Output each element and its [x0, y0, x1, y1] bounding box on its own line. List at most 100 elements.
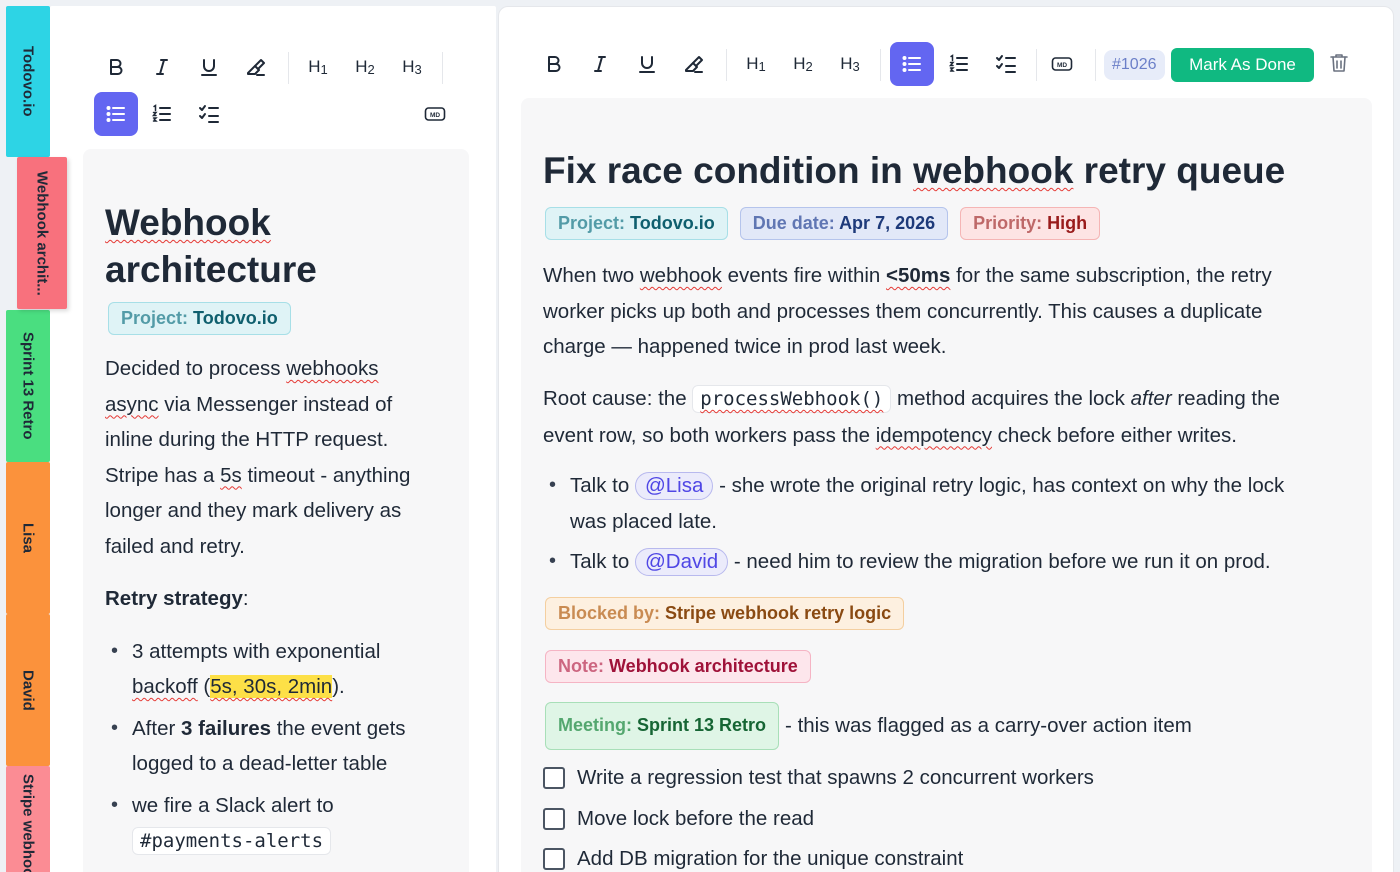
italic-icon [156, 59, 168, 75]
bold-icon [110, 59, 123, 75]
side-tab-lisa[interactable]: Lisa [6, 462, 50, 614]
task-content[interactable]: Fix race condition in webhook retry queu… [521, 98, 1372, 872]
italic-button[interactable] [578, 42, 622, 86]
underline-button[interactable] [187, 45, 231, 89]
note-title: Webhook architecture [105, 202, 317, 290]
delete-button[interactable] [1317, 41, 1361, 85]
underline-icon [639, 56, 655, 73]
heading2-button[interactable]: H2 [343, 45, 387, 89]
task-detail-panel: H1 H2 H3 MD #1026 Mark As Done Fix race … [498, 6, 1394, 872]
side-tab-label: David [19, 669, 37, 711]
side-tab-label: Lisa [19, 522, 37, 553]
project-tag[interactable]: Project: Todovo.io [108, 302, 291, 335]
h1-label: H1 [746, 54, 766, 74]
toolbar-divider [1036, 49, 1037, 81]
numbered-list-icon [151, 104, 171, 122]
toolbar-divider [726, 49, 727, 81]
highlighter-icon [247, 59, 265, 76]
checklist-item[interactable]: Write a regression test that spawns 2 co… [543, 766, 1094, 790]
heading1-button[interactable]: H1 [296, 45, 340, 89]
checklist-item[interactable]: Add DB migration for the unique constrai… [543, 847, 963, 871]
checklist-icon [199, 105, 219, 123]
checklist-item-label: Add DB migration for the unique constrai… [577, 847, 964, 870]
heading2-button[interactable]: H2 [781, 42, 825, 86]
list-item: 3 attempts with exponential backoff (5s,… [105, 634, 447, 705]
meeting-tag[interactable]: Meeting: Sprint 13 Retro [545, 702, 780, 750]
toolbar-divider [288, 52, 289, 84]
task-title: Fix race condition in webhook retry queu… [543, 150, 1286, 191]
left-note-panel: H1 H2 H3 MD Webhook architecture Project… [50, 6, 496, 872]
checklist-button[interactable] [187, 92, 231, 136]
due-date-tag[interactable]: Due date: Apr 7, 2026 [739, 207, 949, 240]
side-tab-stripe-webhook[interactable]: Stripe webhoo [6, 766, 50, 872]
checklist-item-label: Move lock before the read [577, 807, 815, 830]
heading3-button[interactable]: H3 [390, 45, 434, 89]
inline-code: #payments-alerts [132, 827, 332, 855]
italic-icon [594, 56, 606, 72]
italic-button[interactable] [140, 45, 184, 89]
mark-as-done-button[interactable]: Mark As Done [1171, 48, 1314, 82]
toolbar-divider [880, 49, 881, 81]
side-tab-label: Stripe webhoo [19, 774, 37, 872]
heading1-button[interactable]: H1 [734, 42, 778, 86]
retry-heading: Retry strategy: [105, 587, 249, 610]
heading3-button[interactable]: H3 [828, 42, 872, 86]
checkbox[interactable] [543, 767, 565, 789]
root-cause-paragraph: Root cause: the processWebhook() method … [543, 385, 1280, 447]
svg-text:MD: MD [430, 112, 440, 119]
list-item: After 3 failures the event gets logged t… [105, 711, 447, 782]
trash-icon [1330, 54, 1348, 72]
side-tab-label: Webhook archit... [33, 170, 51, 296]
highlight-button[interactable] [234, 45, 278, 89]
h2-label: H2 [355, 57, 375, 77]
list-item: we fire a Slack alert to #payments-alert… [105, 788, 447, 860]
priority-tag[interactable]: Priority: High [960, 207, 1101, 240]
action-list: Talk to @Lisa - she wrote the original r… [543, 468, 1353, 580]
numbered-list-button[interactable] [140, 92, 184, 136]
numbered-list-button[interactable] [937, 42, 981, 86]
checklist-icon [996, 55, 1016, 73]
side-tab-label: Sprint 13 Retro [19, 332, 37, 440]
issue-id-badge: #1026 [1104, 50, 1165, 80]
bold-button[interactable] [532, 42, 576, 86]
list-item: Talk to @Lisa - she wrote the original r… [543, 468, 1353, 539]
mention-david[interactable]: @David [634, 548, 729, 576]
bullet-list-button[interactable] [94, 92, 138, 136]
svg-text:MD: MD [1057, 62, 1067, 69]
mention-lisa[interactable]: @Lisa [634, 472, 714, 500]
h2-label: H2 [793, 54, 813, 74]
bullet-list-icon [902, 56, 921, 72]
numbered-list-icon [948, 54, 968, 72]
toolbar-divider [442, 52, 443, 84]
h3-label: H3 [402, 57, 422, 77]
side-tab-sprint-retro[interactable]: Sprint 13 Retro [6, 310, 50, 462]
checkbox[interactable] [543, 808, 565, 830]
side-tab-todovo[interactable]: Todovo.io [6, 6, 50, 157]
markdown-button[interactable]: MD [1040, 42, 1084, 86]
checklist-button[interactable] [984, 42, 1028, 86]
project-tag[interactable]: Project: Todovo.io [545, 207, 728, 240]
checklist-item-label: Write a regression test that spawns 2 co… [577, 766, 1094, 789]
h1-label: H1 [308, 57, 328, 77]
underline-button[interactable] [625, 42, 669, 86]
h3-label: H3 [840, 54, 860, 74]
toolbar-divider [1095, 49, 1096, 81]
note-tag[interactable]: Note: Webhook architecture [545, 650, 811, 683]
left-note-content[interactable]: Webhook architecture Project: Todovo.io … [83, 149, 469, 872]
inline-code: processWebhook() [692, 385, 892, 413]
bold-icon [548, 56, 561, 72]
checklist-item[interactable]: Move lock before the read [543, 807, 814, 831]
markdown-icon: MD [424, 107, 446, 121]
blocked-by-tag[interactable]: Blocked by: Stripe webhook retry logic [545, 597, 905, 630]
checkbox[interactable] [543, 848, 565, 870]
side-tab-webhook-architecture[interactable]: Webhook archit... [17, 157, 67, 309]
task-meta-tags: Project: Todovo.io Due date: Apr 7, 2026… [545, 207, 1101, 240]
list-item: Talk to @David - need him to review the … [543, 544, 1353, 580]
side-tab-david[interactable]: David [6, 614, 50, 766]
bold-button[interactable] [94, 45, 138, 89]
retry-list: 3 attempts with exponential backoff (5s,… [105, 634, 447, 860]
bullet-list-button[interactable] [890, 42, 934, 86]
meeting-note-text: - this was flagged as a carry-over actio… [785, 714, 1192, 737]
markdown-button[interactable]: MD [413, 92, 457, 136]
highlight-button[interactable] [672, 42, 716, 86]
